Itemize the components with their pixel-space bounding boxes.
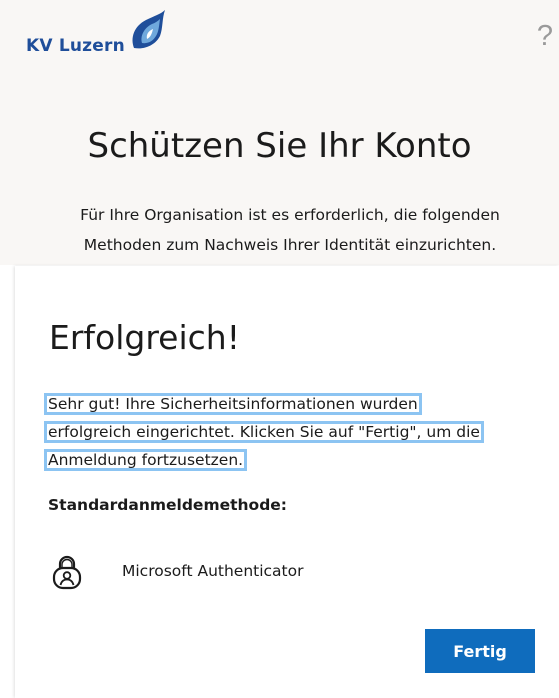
intro-text: Für Ihre Organisation ist es erforderlic… [80,206,500,254]
message-line-2: erfolgreich eingerichtet. Klicken Sie au… [44,421,484,443]
header-area: KV Luzern ? Schützen Sie Ihr Konto Für I… [0,0,559,265]
done-button[interactable]: Fertig [425,629,535,673]
default-method-label: Standardanmeldemethode: [48,496,288,514]
logo-text: KV Luzern [26,36,125,56]
message-line-3: Anmeldung fortzusetzen. [43,449,248,471]
kv-luzern-logo: KV Luzern [26,8,176,66]
page: KV Luzern ? Schützen Sie Ihr Konto Für I… [0,0,559,698]
message-line-1: Sehr gut! Ihre Sicherheitsinformationen … [44,393,422,415]
success-message: Sehr gut! Ihre Sicherheitsinformationen … [43,390,546,474]
page-title: Schützen Sie Ihr Konto [87,126,472,166]
logo-mark-icon [132,10,165,49]
success-card: Erfolgreich! Sehr gut! Ihre Sicherheitsi… [15,266,559,698]
default-method-row: Microsoft Authenticator [51,546,371,596]
success-title: Erfolgreich! [49,318,240,357]
authenticator-lock-icon [52,555,82,590]
method-name: Microsoft Authenticator [122,562,304,580]
help-icon[interactable]: ? [537,22,553,51]
